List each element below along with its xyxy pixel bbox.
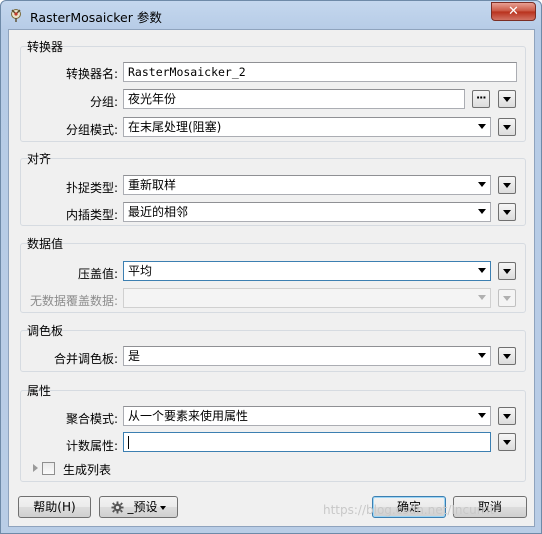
overlap-value-select[interactable]: 平均	[123, 261, 491, 281]
chevron-down-icon	[503, 210, 511, 215]
watermark: https://blog.csdn.net/Incurrit	[323, 503, 495, 517]
close-button[interactable]: ✕	[491, 2, 536, 21]
chevron-down-icon	[503, 183, 511, 188]
nodata-overlap-menu-button[interactable]	[498, 289, 516, 307]
group-title-data-values: 数据值	[27, 237, 64, 251]
snap-type-label: 扑捉类型:	[65, 181, 118, 195]
interp-type-select[interactable]: 最近的相邻	[123, 202, 491, 222]
nodata-overlap-select[interactable]	[123, 288, 491, 308]
dropdown-arrow-icon	[478, 182, 486, 187]
merge-palette-menu-button[interactable]	[498, 347, 516, 365]
chevron-down-icon	[503, 125, 511, 130]
expand-arrow-icon[interactable]	[33, 464, 38, 472]
interp-type-label: 内插类型:	[65, 208, 118, 222]
interp-type-menu-button[interactable]	[498, 203, 516, 221]
presets-button[interactable]: _预设	[99, 496, 178, 518]
generate-list-checkbox[interactable]	[42, 462, 55, 475]
dropdown-arrow-icon	[478, 413, 486, 418]
aggregate-mode-select[interactable]: 从一个要素来使用属性	[123, 406, 491, 426]
group-mode-select[interactable]: 在末尾处理(阻塞)	[123, 117, 491, 137]
generate-list-label: 生成列表	[63, 463, 112, 477]
window-title: RasterMosaicker 参数	[30, 10, 162, 25]
help-button-label: 帮助(H)	[33, 500, 76, 514]
transformer-icon	[11, 9, 21, 22]
aggregate-mode-label: 聚合模式:	[65, 412, 118, 426]
chevron-down-icon	[503, 414, 511, 419]
group-by-label: 分组:	[89, 95, 118, 109]
caret-down-icon	[159, 505, 166, 510]
count-attribute-menu-button[interactable]	[498, 433, 516, 451]
snap-type-value: 重新取样	[128, 178, 177, 192]
presets-button-label: _预设	[127, 500, 158, 514]
close-icon: ✕	[508, 4, 519, 19]
dropdown-arrow-icon	[478, 295, 486, 300]
group-title-transformer: 转换器	[27, 40, 64, 54]
dropdown-arrow-icon	[478, 124, 486, 129]
gear-icon	[111, 501, 125, 514]
merge-palette-label: 合并调色板:	[53, 352, 118, 366]
snap-type-menu-button[interactable]	[498, 176, 516, 194]
merge-palette-select[interactable]: 是	[123, 346, 491, 366]
group-by-field[interactable]: 夜光年份	[123, 89, 465, 109]
transformer-name-field[interactable]: RasterMosaicker_2	[123, 62, 517, 82]
group-title-attributes: 属性	[27, 384, 52, 398]
group-mode-menu-button[interactable]	[498, 118, 516, 136]
title-bar[interactable]: RasterMosaicker 参数 ✕	[1, 1, 541, 29]
count-attribute-field[interactable]	[123, 432, 491, 452]
group-by-menu-button[interactable]	[498, 90, 516, 108]
overlap-value-label: 压盖值:	[77, 267, 118, 281]
dropdown-arrow-icon	[478, 209, 486, 214]
chevron-down-icon	[503, 440, 511, 445]
dialog-window: RasterMosaicker 参数 ✕ 转换器 转换器名: RasterMos…	[0, 0, 542, 534]
help-button[interactable]: 帮助(H)	[18, 496, 91, 518]
group-by-ellipsis-button[interactable]: ···	[472, 90, 490, 108]
ellipsis-icon: ···	[476, 91, 487, 104]
snap-type-select[interactable]: 重新取样	[123, 175, 491, 195]
dropdown-arrow-icon	[478, 268, 486, 273]
transformer-name-label: 转换器名:	[65, 67, 118, 81]
group-mode-value: 在末尾处理(阻塞)	[128, 120, 222, 134]
dropdown-arrow-icon	[478, 353, 486, 358]
chevron-down-icon	[503, 296, 511, 301]
chevron-down-icon	[503, 269, 511, 274]
group-title-palette: 调色板	[27, 324, 64, 338]
group-mode-label: 分组模式:	[65, 123, 118, 137]
aggregate-mode-menu-button[interactable]	[498, 407, 516, 425]
text-cursor	[128, 436, 129, 449]
dialog-body: 转换器 转换器名: RasterMosaicker_2 分组: 夜光年份 ···…	[8, 29, 535, 527]
group-title-align: 对齐	[27, 152, 52, 166]
interp-type-value: 最近的相邻	[128, 205, 189, 219]
chevron-down-icon	[503, 97, 511, 102]
nodata-overlap-label: 无数据覆盖数据:	[29, 294, 118, 308]
aggregate-mode-value: 从一个要素来使用属性	[128, 409, 249, 423]
count-attribute-label: 计数属性:	[65, 439, 118, 453]
chevron-down-icon	[503, 354, 511, 359]
merge-palette-value: 是	[128, 349, 141, 363]
overlap-value-menu-button[interactable]	[498, 262, 516, 280]
overlap-value-value: 平均	[128, 264, 153, 278]
